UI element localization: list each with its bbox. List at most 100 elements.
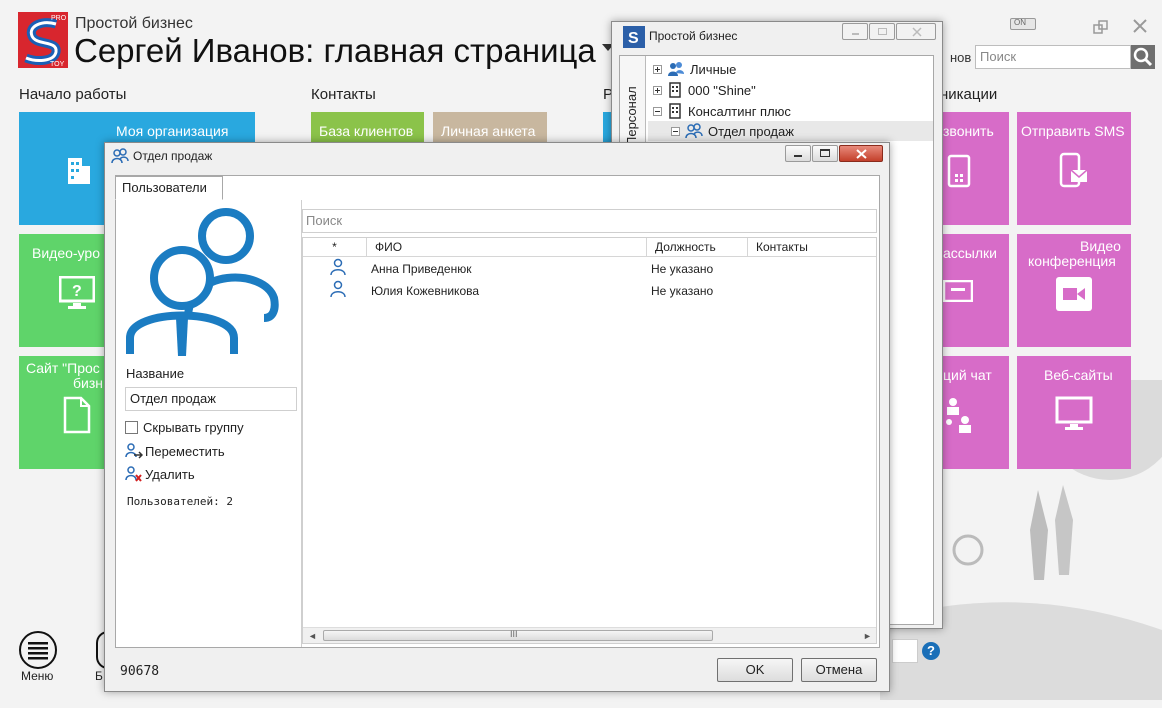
user-icon: [330, 258, 346, 276]
maximize-button[interactable]: [869, 23, 895, 40]
delete-icon: [125, 466, 142, 482]
tree-node-consulting[interactable]: Консалтинг плюс: [653, 101, 791, 121]
checkbox-icon[interactable]: [125, 421, 138, 434]
svg-text:?: ?: [72, 283, 82, 300]
users-icon: [668, 62, 684, 76]
group-icon: [685, 123, 703, 139]
group-name-input[interactable]: Отдел продаж: [125, 387, 297, 411]
group-dialog-titlebar[interactable]: Отдел продаж: [105, 143, 889, 167]
group-name-label: Название: [126, 366, 185, 381]
tile-client-base[interactable]: База клиентов: [311, 112, 424, 142]
toggle-switch[interactable]: ON: [1010, 18, 1036, 30]
column-name[interactable]: ФИО: [367, 238, 647, 257]
tile-label: Видео-уро: [32, 245, 100, 261]
tile-label-line2: бизн: [73, 375, 103, 391]
hide-group-checkbox[interactable]: Скрывать группу: [125, 420, 244, 435]
group-details-pane: Название Отдел продаж Скрывать группу Пе…: [116, 200, 302, 647]
tile-label: ций чат: [943, 367, 992, 383]
minimize-button[interactable]: [842, 23, 868, 40]
tile-chat[interactable]: ций чат: [943, 356, 1009, 469]
building-icon: [669, 82, 681, 98]
users-search-input[interactable]: Поиск: [302, 209, 877, 233]
horizontal-scrollbar[interactable]: ◄ III ►: [303, 627, 876, 643]
group-avatar-icon: [126, 208, 279, 356]
table-row[interactable]: Юлия Кожевникова Не указано: [303, 280, 876, 302]
column-position[interactable]: Должность: [647, 238, 748, 257]
user-icon: [330, 280, 346, 298]
tab-personnel[interactable]: Персонал: [620, 56, 646, 156]
document-icon: [63, 396, 91, 434]
restore-icon[interactable]: [1093, 20, 1109, 34]
tree-filter-input[interactable]: [892, 639, 918, 663]
tree-node-personal[interactable]: Личные: [653, 59, 736, 79]
tile-send-sms[interactable]: Отправить SMS: [1017, 112, 1131, 225]
tree-node-sales-dept[interactable]: Отдел продаж: [671, 121, 794, 141]
table-row[interactable]: Анна Приведенюк Не указано: [303, 258, 876, 280]
tile-label-line1: Сайт "Прос: [26, 360, 100, 376]
page-title: Сергей Иванов: главная страница: [74, 32, 596, 69]
group-dialog: Отдел продаж Пользователи Название Отдел…: [104, 142, 890, 692]
tile-label: Веб-сайты: [1044, 367, 1113, 383]
footer-code: 90678: [120, 664, 160, 679]
main-search-input[interactable]: Поиск: [975, 45, 1131, 69]
collapse-icon[interactable]: [653, 106, 662, 116]
tile-label-line1: Видео: [1080, 238, 1121, 254]
cell-name: Анна Приведенюк: [371, 262, 472, 276]
tile-site[interactable]: Сайт "Прос бизн: [19, 356, 109, 469]
monitor-icon: [1055, 396, 1093, 430]
collapse-icon[interactable]: [671, 126, 680, 136]
search-icon: [1133, 47, 1153, 67]
tile-video-conference[interactable]: Видео конференция: [1017, 234, 1131, 347]
move-action[interactable]: Переместить: [125, 443, 225, 459]
tile-personal-profile[interactable]: Личная анкета: [433, 112, 547, 142]
close-button[interactable]: [896, 23, 936, 40]
cancel-button[interactable]: Отмена: [801, 658, 877, 682]
tab-users[interactable]: Пользователи: [115, 176, 223, 200]
tile-video-lessons[interactable]: Видео-уро ?: [19, 234, 109, 347]
close-icon[interactable]: [1133, 19, 1147, 33]
cell-position: Не указано: [651, 262, 714, 276]
column-contacts[interactable]: Контакты: [748, 238, 868, 257]
group-dialog-title: Отдел продаж: [133, 149, 213, 163]
move-icon: [125, 443, 143, 459]
second-menu-label: Б: [95, 669, 103, 683]
scrollbar-thumb[interactable]: III: [323, 629, 713, 641]
building-icon: [669, 103, 681, 119]
maximize-button[interactable]: [812, 145, 838, 162]
org-tree-titlebar[interactable]: S Простой бизнес: [612, 22, 942, 48]
app-small-logo-icon: S: [623, 26, 645, 48]
close-icon: [856, 149, 867, 159]
delete-action[interactable]: Удалить: [125, 466, 195, 482]
app-logo: PRO TOY: [18, 12, 68, 68]
scroll-left-icon[interactable]: ◄: [308, 631, 317, 641]
user-name-partial: нов: [950, 50, 972, 65]
tile-call[interactable]: звонить: [943, 112, 1009, 225]
minimize-button[interactable]: [785, 145, 811, 162]
monitor-question-icon: ?: [59, 276, 95, 309]
tile-label: звонить: [943, 123, 994, 139]
mail-icon: [943, 280, 973, 302]
tree-node-shine[interactable]: 000 "Shine": [653, 80, 756, 100]
sms-icon: [1059, 152, 1088, 188]
logo-top-text: PRO: [51, 15, 67, 22]
section-start: Начало работы: [19, 86, 127, 103]
menu-icon: [28, 642, 48, 660]
tile-label: База клиентов: [319, 123, 414, 139]
tile-label: Отправить SMS: [1021, 123, 1125, 139]
ok-button[interactable]: OK: [717, 658, 793, 682]
main-search-button[interactable]: [1131, 45, 1155, 69]
building-icon: [68, 158, 90, 184]
group-icon: [111, 148, 129, 164]
expand-icon[interactable]: [653, 85, 662, 95]
help-icon[interactable]: ?: [922, 642, 940, 660]
tile-partial[interactable]: [603, 112, 611, 142]
tile-mailing[interactable]: ассылки: [943, 234, 1009, 347]
expand-icon[interactable]: [653, 64, 662, 74]
scroll-right-icon[interactable]: ►: [863, 631, 872, 641]
section-contacts: Контакты: [311, 86, 376, 103]
column-marker[interactable]: *: [303, 238, 367, 257]
close-button[interactable]: [839, 145, 883, 162]
tile-websites[interactable]: Веб-сайты: [1017, 356, 1131, 469]
menu-button[interactable]: [19, 631, 57, 669]
phone-icon: [947, 154, 971, 188]
